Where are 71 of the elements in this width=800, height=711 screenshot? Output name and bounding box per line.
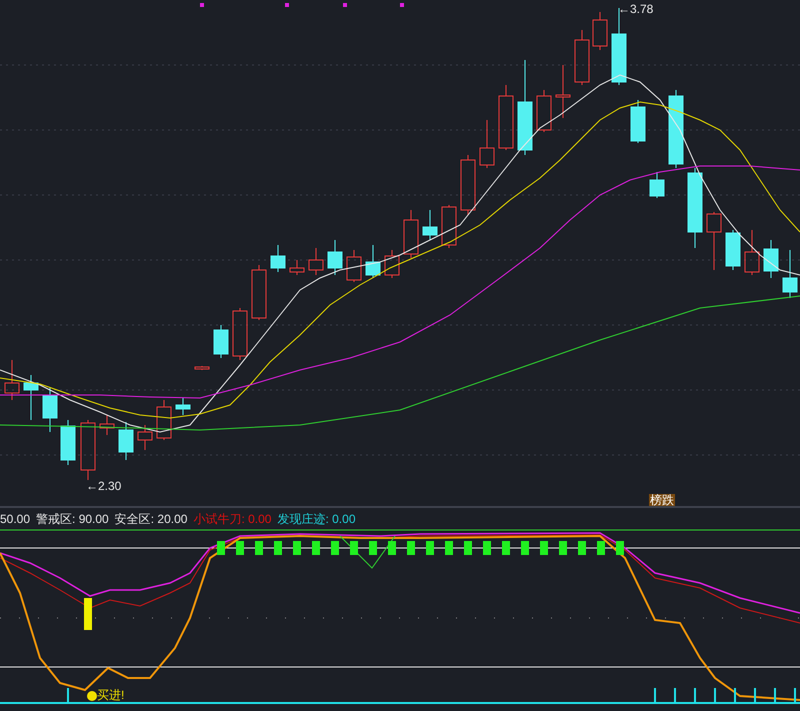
buy-signal-label: 买进! — [97, 689, 124, 701]
candlestick — [422, 210, 438, 240]
signal-dot — [87, 691, 97, 701]
high-price-label: ←3.78 — [618, 3, 654, 15]
signal-bar — [350, 541, 358, 555]
legend-value: 发现庄迹: 0.00 — [277, 511, 356, 528]
candlestick — [214, 324, 228, 358]
legend-value: 小试牛刀: 0.00 — [193, 511, 272, 528]
candlestick — [556, 64, 570, 118]
signal-bar — [426, 541, 434, 555]
candlestick — [176, 398, 190, 416]
candlestick — [60, 420, 76, 466]
candlestick — [630, 100, 646, 144]
candlestick — [252, 264, 266, 320]
signal-bar — [559, 541, 567, 555]
candlestick — [118, 422, 134, 460]
candlestick — [404, 210, 418, 258]
legend-value: 警戒区: 90.00 — [36, 511, 109, 528]
candlestick — [650, 172, 664, 198]
candlestick — [24, 374, 38, 420]
candlestick — [706, 212, 722, 270]
candlestick — [232, 308, 248, 360]
signal-bar — [312, 541, 320, 555]
candlestick — [80, 420, 96, 480]
signal-bar — [388, 541, 396, 555]
signal-bar — [540, 541, 548, 555]
candlestick — [4, 360, 20, 400]
candlestick — [384, 250, 400, 278]
signal-bar — [255, 541, 263, 555]
candlestick — [308, 248, 324, 276]
signal-bar — [217, 541, 225, 555]
signal-bar — [274, 541, 282, 555]
signal-bar — [521, 541, 529, 555]
candlestick — [574, 30, 590, 86]
candlestick — [480, 120, 494, 168]
signal-bar — [597, 541, 605, 555]
candlestick — [100, 414, 114, 436]
signal-bar — [578, 541, 586, 555]
signal-bar — [369, 541, 377, 555]
signal-badge: 榜跌 — [649, 494, 675, 506]
signal-bar — [483, 541, 491, 555]
candlestick — [442, 204, 456, 248]
candlestick — [366, 244, 380, 278]
candlestick — [536, 90, 552, 132]
candlestick — [346, 250, 362, 282]
low-price-label: ←2.30 — [86, 480, 122, 492]
candlestick — [498, 84, 514, 150]
candlestick — [460, 154, 476, 216]
candlestick — [270, 244, 286, 272]
candlestick — [138, 424, 152, 450]
candlestick — [744, 230, 760, 276]
candlestick — [42, 388, 58, 432]
candlestick — [782, 250, 798, 298]
signal-bar — [464, 541, 472, 555]
signal-bar — [445, 541, 453, 555]
candlestick — [328, 240, 342, 276]
signal-bar — [616, 541, 624, 555]
candlestick — [156, 400, 172, 440]
legend-value: 安全区: 20.00 — [114, 511, 188, 528]
signal-bar — [502, 541, 510, 555]
signal-bar — [407, 541, 415, 555]
legend-value: 50.00 — [0, 511, 30, 528]
signal-bar — [293, 541, 301, 555]
candlestick — [592, 12, 608, 50]
candlestick — [194, 366, 210, 370]
candlestick — [290, 260, 304, 276]
candlestick — [726, 230, 740, 270]
signal-bar — [236, 541, 244, 555]
candlestick — [764, 240, 778, 278]
signal-bar — [84, 598, 92, 630]
signal-bar — [331, 541, 339, 555]
